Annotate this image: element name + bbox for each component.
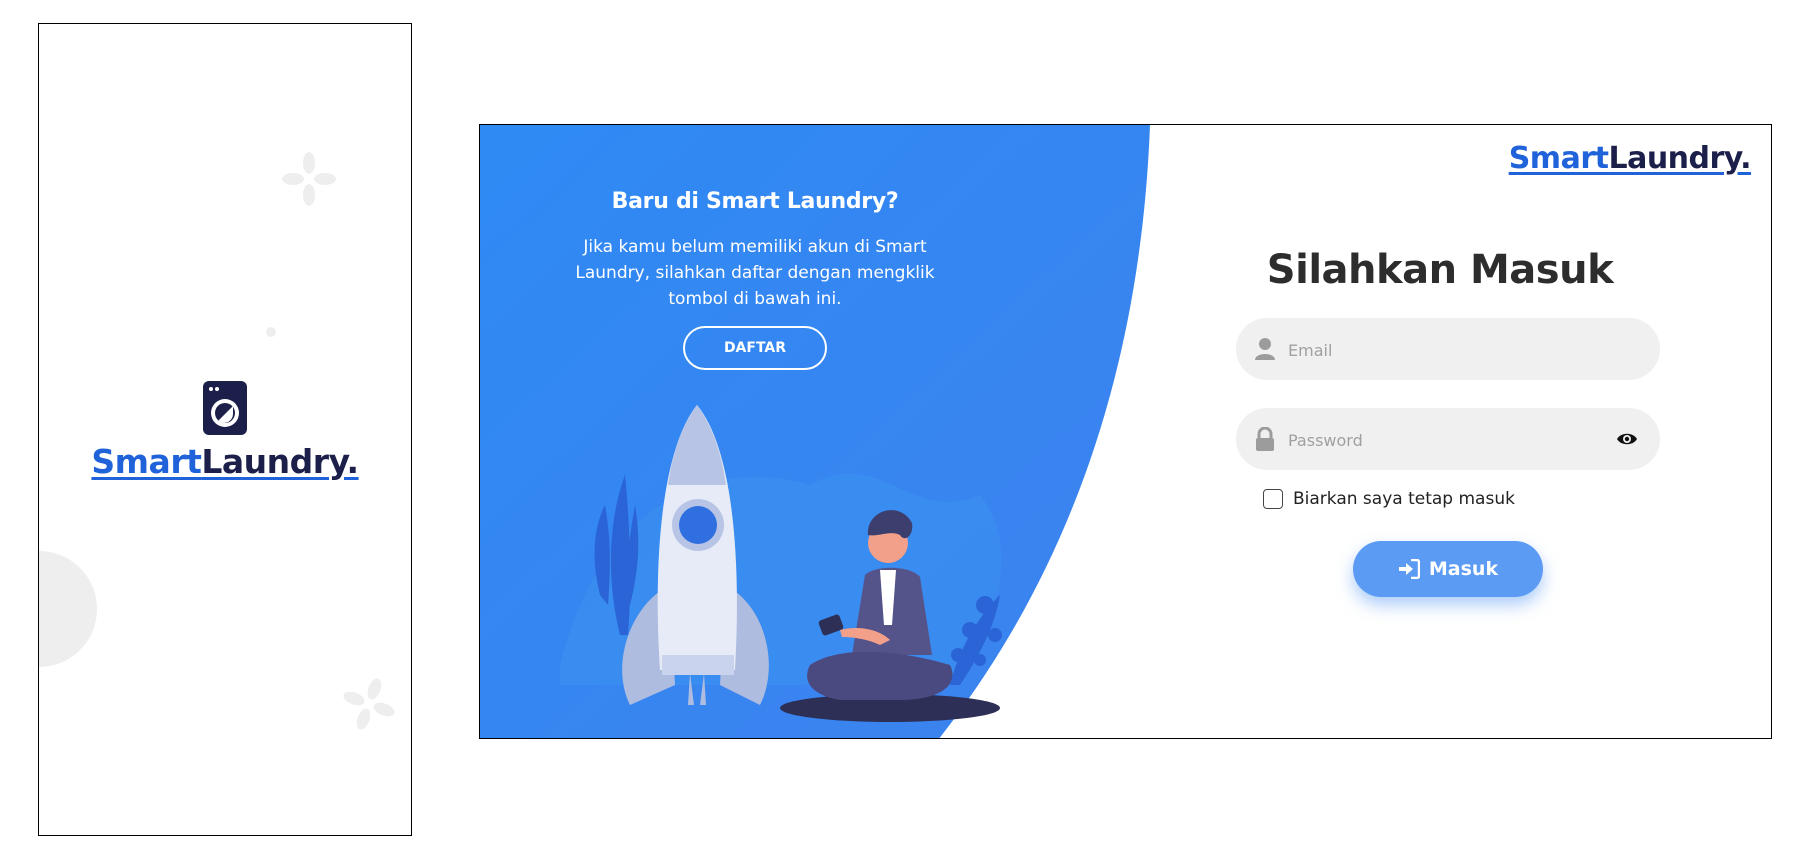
email-input[interactable] xyxy=(1286,318,1610,382)
decorative-circle xyxy=(39,551,97,667)
decorative-flower-bottom xyxy=(343,678,395,730)
header-brand-logo[interactable]: SmartLaundry. xyxy=(1508,141,1752,176)
brand-part-laundry: Laundry. xyxy=(201,442,359,481)
remember-me[interactable]: Biarkan saya tetap masuk xyxy=(1263,489,1515,509)
login-title: Silahkan Masuk xyxy=(1266,247,1614,293)
password-field[interactable] xyxy=(1236,408,1660,472)
user-icon xyxy=(1255,338,1275,360)
brand-part-laundry: Laundry. xyxy=(1608,141,1751,176)
rocket-illustration xyxy=(594,405,1002,722)
splash-logo: SmartLaundry. xyxy=(39,380,411,481)
splash-brand-logo: SmartLaundry. xyxy=(39,442,411,481)
login-button[interactable]: Masuk xyxy=(1353,541,1543,597)
desktop-login-page: Baru di Smart Laundry? Jika kamu belum m… xyxy=(479,124,1772,739)
email-field[interactable] xyxy=(1236,318,1660,382)
brand-part-smart: Smart xyxy=(1508,141,1609,176)
eye-icon[interactable] xyxy=(1616,430,1638,448)
mobile-splash-screen: SmartLaundry. xyxy=(38,23,412,836)
brand-part-smart: Smart xyxy=(91,442,202,481)
sign-in-icon xyxy=(1398,559,1420,579)
login-button-label: Masuk xyxy=(1428,558,1499,580)
decorative-dot xyxy=(266,327,276,337)
lock-icon xyxy=(1256,427,1274,451)
remember-checkbox[interactable] xyxy=(1263,489,1283,509)
remember-label: Biarkan saya tetap masuk xyxy=(1293,489,1515,509)
washing-machine-icon xyxy=(203,381,247,435)
password-input[interactable] xyxy=(1286,408,1610,472)
decorative-flower-top xyxy=(282,152,336,206)
